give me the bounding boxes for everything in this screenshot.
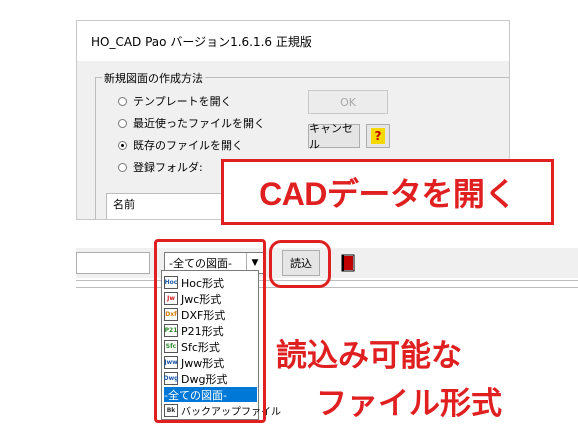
cancel-button[interactable]: キャンセル — [308, 122, 360, 151]
open-cad-callout: CADデータを開く — [221, 159, 554, 225]
read-button-highlight — [269, 240, 331, 288]
radio-existing[interactable] — [118, 140, 127, 150]
option-existing[interactable]: 既存のファイルを開く — [118, 136, 243, 154]
ok-button[interactable]: OK — [308, 90, 388, 114]
group-label: 新規図面の作成方法 — [102, 70, 205, 86]
option-existing-label: 既存のファイルを開く — [133, 139, 243, 152]
help-icon: ? — [371, 128, 385, 144]
radio-template[interactable] — [118, 96, 127, 106]
annotation-line-2: ファイル形式 — [316, 386, 502, 421]
option-folder[interactable]: 登録フォルダ: — [118, 158, 203, 176]
dropdown-highlight — [154, 239, 266, 423]
book-icon[interactable] — [341, 254, 355, 272]
help-button[interactable]: ? — [366, 124, 390, 148]
option-recent[interactable]: 最近使ったファイルを開く — [118, 114, 265, 132]
list-header-name: 名前 — [113, 198, 135, 211]
callout-title: CADデータを開く — [259, 176, 516, 212]
toolbar-divider-2 — [76, 287, 578, 288]
option-folder-label: 登録フォルダ: — [133, 161, 203, 174]
dialog-title: HO_CAD Pao バージョン1.6.1.6 正規版 — [77, 21, 509, 61]
radio-folder[interactable] — [118, 162, 127, 172]
option-recent-label: 最近使ったファイルを開く — [133, 117, 265, 130]
path-field[interactable] — [76, 252, 150, 274]
radio-recent[interactable] — [118, 118, 127, 128]
annotation-line-1: 読込み可能な — [276, 338, 462, 373]
option-template[interactable]: テンプレートを開く — [118, 92, 232, 110]
option-template-label: テンプレートを開く — [133, 95, 232, 108]
